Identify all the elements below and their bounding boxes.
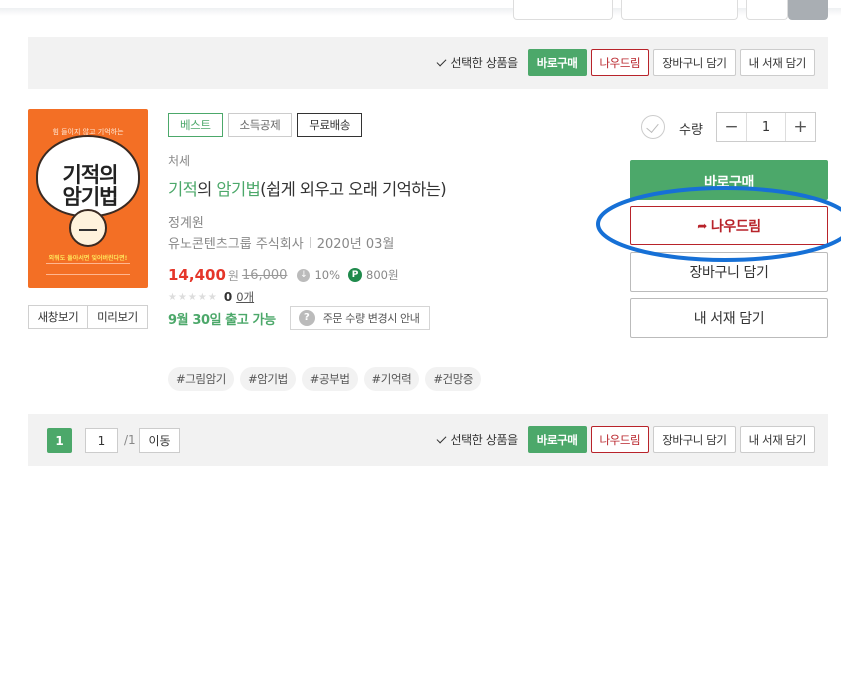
hashtag[interactable]: #건망증 <box>425 367 482 391</box>
cover-title: 기적의 암기법 <box>62 163 119 209</box>
discount-arrow-icon: ↓ <box>297 268 311 282</box>
bulk-cart-button[interactable]: 장바구니 담기 <box>653 49 736 76</box>
book-category[interactable]: 처세 <box>168 152 190 169</box>
action-bar-top: 선택한 상품을 바로구매 나우드림 장바구니 담기 내 서재 담기 <box>28 37 828 89</box>
select-label: 선택한 상품을 <box>450 433 519 447</box>
cover-bubble: 기적의 암기법 <box>36 135 140 217</box>
bulk-actions: 선택한 상품을 바로구매 나우드림 장바구니 담기 내 서재 담기 <box>435 49 815 76</box>
bulk-buy-now-button[interactable]: 바로구매 <box>527 426 587 453</box>
order-notice-button[interactable]: ? 주문 수량 변경시 안내 <box>289 306 431 330</box>
publisher-info: 유노콘텐츠그룹 주식회사 2020년 03월 <box>168 233 394 252</box>
page-total: /1 <box>124 433 136 447</box>
top-partial-button[interactable] <box>621 0 738 20</box>
bulk-actions: 선택한 상품을 바로구매 나우드림 장바구니 담기 내 서재 담기 <box>435 426 815 453</box>
add-to-shelf-button[interactable]: 내 서재 담기 <box>630 298 828 338</box>
badge-list: 베스트 소득공제 무료배송 <box>168 113 363 137</box>
ship-date: 9월 30일 출고 가능 <box>168 312 276 328</box>
item-select-checkbox[interactable] <box>641 115 665 139</box>
share-arrow-icon: ➦ <box>697 218 707 233</box>
cover-illustration <box>69 209 107 247</box>
check-icon <box>436 433 446 443</box>
top-partial-button[interactable] <box>513 0 613 20</box>
rating-row: ★★★★★ 0 0개 <box>168 289 254 305</box>
bulk-shelf-button[interactable]: 내 서재 담기 <box>739 426 815 453</box>
divider <box>309 237 311 248</box>
qty-decrease-button[interactable]: − <box>717 113 746 141</box>
badge-tax-deduction: 소득공제 <box>227 113 293 137</box>
pub-date: 2020년 03월 <box>316 237 395 252</box>
select-label: 선택한 상품을 <box>450 56 519 70</box>
gift-button[interactable]: ➦ 나우드림 <box>630 206 828 245</box>
bulk-gift-button[interactable]: 나우드림 <box>590 49 650 76</box>
select-all-toggle[interactable]: 선택한 상품을 <box>435 431 518 448</box>
quantity-stepper: − 1 + <box>716 112 816 142</box>
publisher[interactable]: 유노콘텐츠그룹 주식회사 <box>168 233 304 252</box>
qty-label: 수량 <box>679 123 703 138</box>
review-count-link[interactable]: 0개 <box>236 289 254 305</box>
question-icon: ? <box>298 310 315 326</box>
bulk-gift-button[interactable]: 나우드림 <box>590 426 650 453</box>
hashtag[interactable]: #그림암기 <box>168 367 234 391</box>
order-notice-label: 주문 수량 변경시 안내 <box>322 312 420 325</box>
page-number-input[interactable] <box>85 428 118 453</box>
hashtag[interactable]: #기억력 <box>363 367 420 391</box>
book-title[interactable]: 기적의 암기법(쉽게 외우고 오래 기억하는) <box>168 176 447 200</box>
points-icon: P <box>348 268 362 282</box>
buy-now-button[interactable]: 바로구매 <box>630 160 828 200</box>
cover-view-buttons: 새창보기 미리보기 <box>28 305 148 329</box>
add-to-cart-button[interactable]: 장바구니 담기 <box>630 252 828 292</box>
price-row: 14,400 원 16,000 ↓ 10% P 800원 <box>168 266 399 284</box>
cover-band-text: 외워도 돌아서면 잊어버린다면! <box>48 255 128 262</box>
qty-input[interactable]: 1 <box>746 113 786 141</box>
preview-button[interactable]: 미리보기 <box>88 305 148 329</box>
points-amount: 800원 <box>366 268 399 282</box>
new-window-button[interactable]: 새창보기 <box>28 305 88 329</box>
shipping-row: 9월 30일 출고 가능 ? 주문 수량 변경시 안내 <box>168 306 431 330</box>
hashtag-list: #그림암기 #암기법 #공부법 #기억력 #건망증 <box>168 367 482 391</box>
bulk-cart-button[interactable]: 장바구니 담기 <box>653 426 736 453</box>
book-cover[interactable]: 힘 들이지 않고 기억하는 기적의 암기법 외워도 돌아서면 잊어버린다면! <box>28 109 148 288</box>
hashtag[interactable]: #암기법 <box>239 367 296 391</box>
go-page-button[interactable]: 이동 <box>139 428 180 453</box>
cover-lines <box>46 263 130 275</box>
gift-label: 나우드림 <box>710 218 761 235</box>
book-author[interactable]: 정계원 <box>168 212 204 231</box>
select-all-toggle[interactable]: 선택한 상품을 <box>435 54 518 71</box>
current-page-button[interactable]: 1 <box>47 428 72 453</box>
bulk-shelf-button[interactable]: 내 서재 담기 <box>739 49 815 76</box>
hashtag[interactable]: #공부법 <box>301 367 358 391</box>
top-partial-button-dark[interactable] <box>788 0 828 20</box>
bulk-buy-now-button[interactable]: 바로구매 <box>527 49 587 76</box>
rating-score: 0 <box>223 290 233 304</box>
original-price: 16,000 <box>241 267 288 283</box>
qty-increase-button[interactable]: + <box>786 113 815 141</box>
price-unit: 원 <box>227 268 239 283</box>
badge-best: 베스트 <box>168 113 223 137</box>
top-partial-button[interactable] <box>746 0 788 20</box>
discount-rate: 10% <box>314 268 340 282</box>
badge-free-shipping: 무료배송 <box>297 113 363 137</box>
sale-price: 14,400 <box>168 266 226 284</box>
check-icon <box>436 56 446 66</box>
star-rating: ★★★★★ <box>168 291 218 303</box>
